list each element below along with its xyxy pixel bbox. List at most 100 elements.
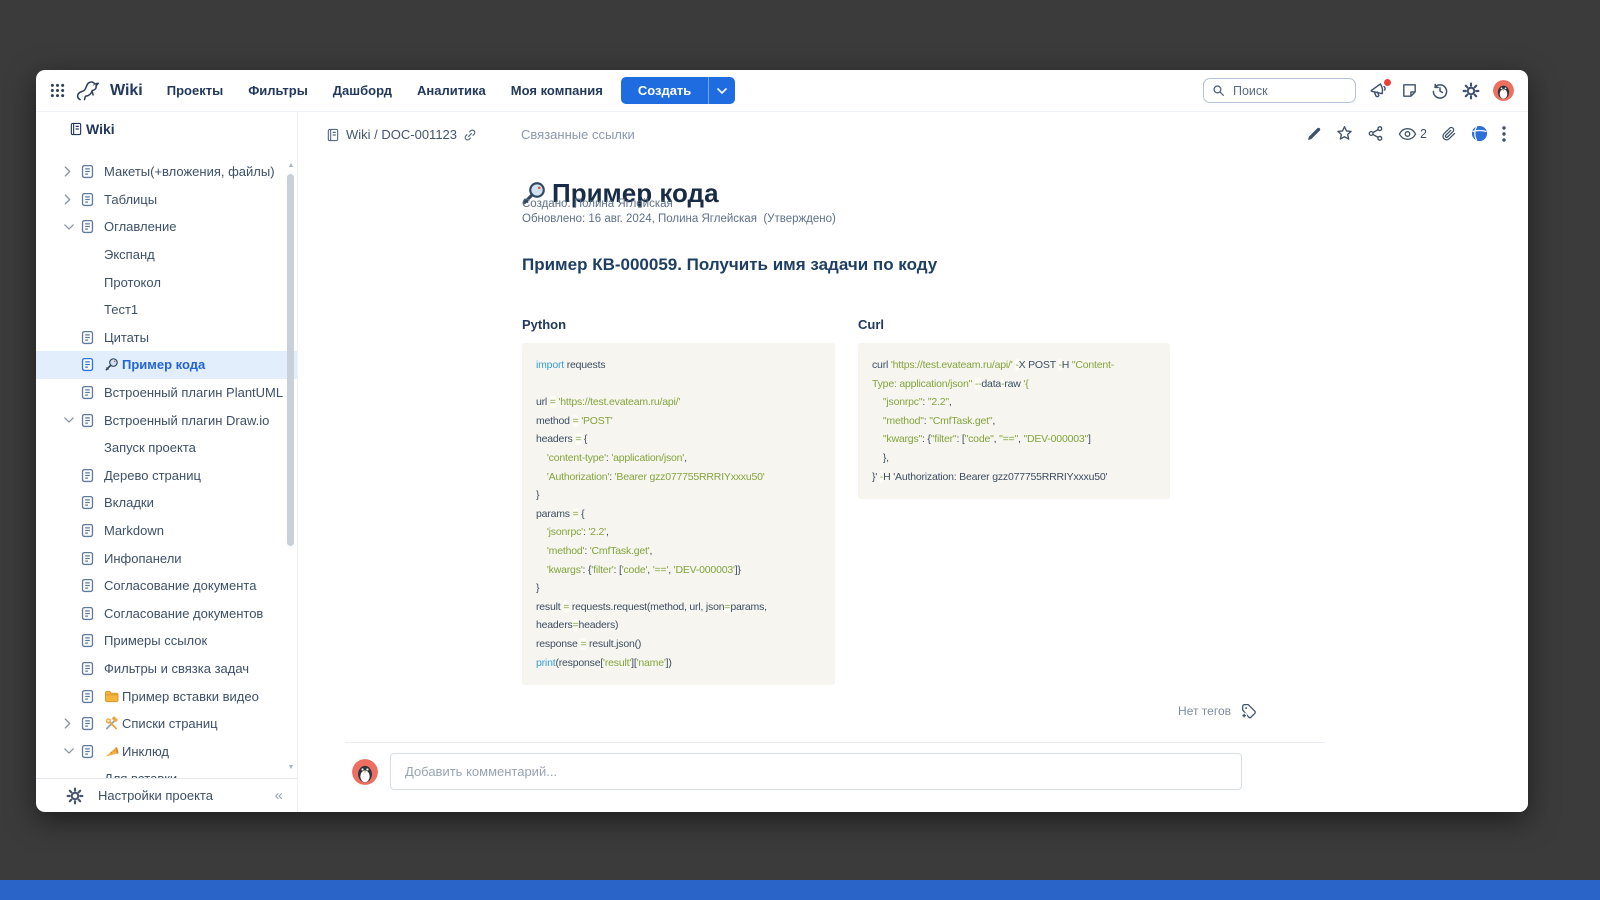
copy-link-icon[interactable]: [463, 128, 477, 142]
create-button[interactable]: Создать: [621, 77, 735, 104]
tools-icon: [104, 716, 119, 731]
sidebar-item[interactable]: Запуск проекта: [36, 434, 297, 462]
nav-item[interactable]: Фильтры: [248, 83, 308, 98]
sidebar-collapse-button[interactable]: «: [275, 787, 283, 804]
nav-item[interactable]: Дашборд: [333, 83, 392, 98]
sidebar-item-label: Списки страниц: [122, 716, 218, 731]
sidebar-item[interactable]: Для вставки: [36, 765, 297, 778]
main-content: Wiki / DOC-001123 Связанные ссылки 2 При…: [298, 112, 1528, 812]
chevron-right-icon[interactable]: [64, 194, 80, 205]
sidebar-item[interactable]: Согласование документа: [36, 572, 297, 600]
chevron-down-icon[interactable]: [64, 223, 80, 231]
sidebar-item[interactable]: Согласование документов: [36, 600, 297, 628]
sidebar-item[interactable]: Пример вставки видео: [36, 682, 297, 710]
more-icon[interactable]: [1502, 126, 1506, 142]
code-block[interactable]: import requests url = 'https://test.evat…: [522, 343, 835, 685]
share-icon[interactable]: [1367, 125, 1384, 142]
chevron-down-icon[interactable]: [64, 416, 80, 424]
sidebar-item-label: Для вставки: [104, 771, 177, 778]
document-icon: [80, 551, 96, 566]
create-button-label[interactable]: Создать: [621, 77, 708, 104]
project-settings-label[interactable]: Настройки проекта: [98, 788, 213, 803]
sidebar-item[interactable]: Фильтры и связка задач: [36, 655, 297, 683]
view-count: 2: [1420, 127, 1427, 141]
sidebar-item[interactable]: Тест1: [36, 296, 297, 324]
document-icon: [80, 385, 96, 400]
code-block[interactable]: curl 'https://test.evateam.ru/api/' -X P…: [858, 343, 1170, 499]
sidebar-item[interactable]: Примеры ссылок: [36, 627, 297, 655]
sidebar-item[interactable]: Markdown: [36, 517, 297, 545]
scroll-up-arrow-icon[interactable]: ▲: [286, 162, 296, 170]
document-icon: [80, 523, 96, 538]
scrollbar-thumb[interactable]: [287, 174, 294, 546]
notes-icon[interactable]: [1401, 82, 1418, 99]
document-icon: [80, 689, 96, 704]
notifications-icon[interactable]: [1369, 81, 1388, 100]
settings-icon[interactable]: [1462, 82, 1480, 100]
sidebar-item[interactable]: Инклюд: [36, 737, 297, 765]
document-icon: [80, 606, 96, 621]
global-search[interactable]: [1203, 78, 1356, 103]
sidebar-item[interactable]: Встроенный плагин PlantUML: [36, 379, 297, 407]
create-dropdown-caret[interactable]: [708, 77, 735, 104]
sidebar-item[interactable]: Списки страниц: [36, 710, 297, 738]
history-icon[interactable]: [1431, 82, 1449, 100]
app-body: Wiki Макеты(+вложения, файлы) Таблицы Огла…: [36, 112, 1528, 812]
sidebar-item-label: Цитаты: [104, 330, 149, 345]
avatar-icon[interactable]: [1493, 80, 1514, 101]
navbar-icons: [1369, 80, 1514, 101]
sidebar-item-label: Оглавление: [104, 219, 176, 234]
sidebar-item[interactable]: Цитаты: [36, 324, 297, 352]
add-tag-icon[interactable]: [1240, 702, 1258, 719]
sidebar-item[interactable]: Экспанд: [36, 241, 297, 269]
chevron-right-icon[interactable]: [64, 718, 80, 729]
breadcrumb-path[interactable]: Wiki / DOC-001123: [346, 127, 457, 142]
edit-pencil-icon[interactable]: [1306, 126, 1322, 142]
document-icon: [80, 744, 96, 759]
related-links-tab[interactable]: Связанные ссылки: [521, 127, 635, 142]
sidebar-title: Wiki: [86, 121, 115, 137]
app-brand[interactable]: Wiki: [110, 82, 143, 100]
scroll-down-arrow-icon[interactable]: ▼: [286, 764, 296, 772]
sidebar-item[interactable]: Оглавление: [36, 213, 297, 241]
document-icon: [80, 661, 96, 676]
sidebar-item[interactable]: Вкладки: [36, 489, 297, 517]
sidebar-item-label: Таблицы: [104, 192, 157, 207]
document-icon: [80, 192, 96, 207]
user-avatar[interactable]: [352, 759, 378, 785]
sidebar-item-label: Примеры ссылок: [104, 633, 207, 648]
views-icon[interactable]: 2: [1398, 127, 1427, 141]
magnifier-icon: [104, 357, 119, 372]
nav-item[interactable]: Аналитика: [417, 83, 486, 98]
chevron-right-icon[interactable]: [64, 166, 80, 177]
document-icon: [80, 495, 96, 510]
sidebar-item[interactable]: Макеты(+вложения, файлы): [36, 158, 297, 186]
sidebar-item[interactable]: Дерево страниц: [36, 462, 297, 490]
nav-item[interactable]: Проекты: [167, 83, 223, 98]
sidebar-item-label: Вкладки: [104, 495, 154, 510]
breadcrumb: Wiki / DOC-001123 Связанные ссылки: [326, 127, 635, 142]
sidebar-item[interactable]: Таблицы: [36, 186, 297, 214]
navbar-right: [1203, 78, 1514, 103]
search-input[interactable]: [1231, 83, 1347, 99]
main-navigation: Проекты Фильтры Дашборд Аналитика Моя компан…: [167, 83, 603, 98]
sidebar-item-label: Фильтры и связка задач: [104, 661, 249, 676]
attach-icon[interactable]: [1441, 126, 1457, 142]
chevron-down-icon[interactable]: [64, 747, 80, 755]
sidebar-item-label: Markdown: [104, 523, 164, 538]
globe-icon[interactable]: [1471, 125, 1488, 142]
sidebar-item[interactable]: Инфопанели: [36, 544, 297, 572]
favorite-icon[interactable]: [1336, 125, 1353, 142]
page-meta: Создано: Полина Яглейская Обновлено: 16 …: [522, 197, 836, 226]
nav-item[interactable]: Моя компания: [511, 83, 603, 98]
sidebar-item[interactable]: Протокол: [36, 268, 297, 296]
document-icon: [80, 219, 96, 234]
sidebar-item[interactable]: Пример кода: [36, 351, 297, 379]
apps-grid-icon[interactable]: [50, 83, 65, 98]
document-icon: [80, 357, 96, 372]
project-settings-gear-icon[interactable]: [66, 787, 84, 805]
sidebar-item[interactable]: Встроенный плагин Draw.io: [36, 406, 297, 434]
comment-input[interactable]: [390, 753, 1242, 790]
sidebar-scrollbar[interactable]: ▲ ▼: [286, 162, 296, 772]
document-icon: [80, 578, 96, 593]
